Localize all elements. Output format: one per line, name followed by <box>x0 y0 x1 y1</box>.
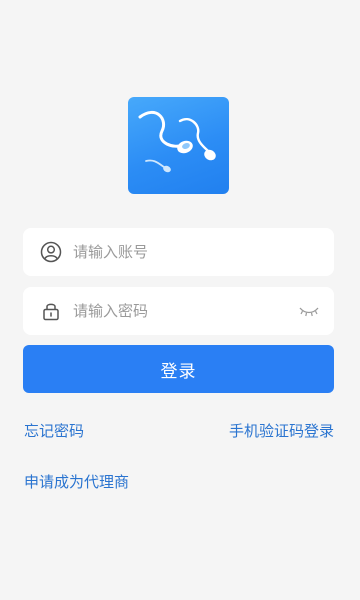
apply-agent-link[interactable]: 申请成为代理商 <box>24 472 129 492</box>
account-field[interactable] <box>23 228 334 276</box>
sperm-logo-icon <box>138 110 216 173</box>
app-logo <box>128 97 229 194</box>
password-field[interactable] <box>23 287 334 335</box>
lock-icon <box>40 300 62 322</box>
password-input[interactable] <box>71 287 293 335</box>
login-button[interactable]: 登录 <box>23 345 334 393</box>
user-icon <box>40 241 62 263</box>
forgot-password-link[interactable]: 忘记密码 <box>24 421 84 441</box>
account-input[interactable] <box>71 228 293 276</box>
sms-login-link[interactable]: 手机验证码登录 <box>229 421 334 441</box>
eye-closed-icon[interactable] <box>298 304 320 318</box>
